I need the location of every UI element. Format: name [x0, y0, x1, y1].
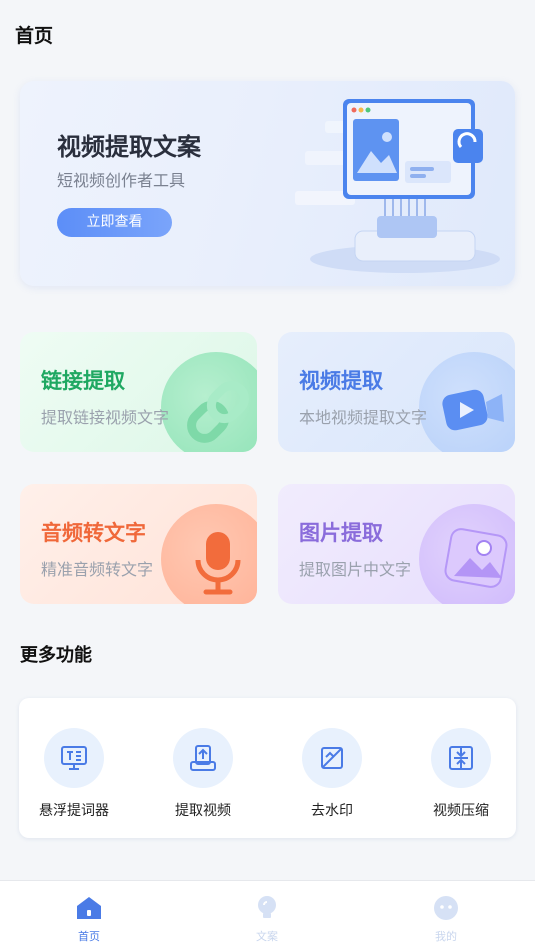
extract-video-icon: [190, 745, 216, 771]
teleprompter-tool[interactable]: 悬浮提词器: [19, 728, 129, 820]
card-title: 图片提取: [299, 521, 383, 545]
tool-label: 悬浮提词器: [39, 803, 109, 819]
audio-to-text-card[interactable]: 音频转文字 精准音频转文字: [20, 484, 257, 604]
video-camera-icon: [442, 389, 504, 431]
nav-label: 文案: [256, 930, 278, 943]
home-icon: [77, 897, 101, 919]
card-subtitle: 提取图片中文字: [299, 560, 412, 579]
microphone-icon: [195, 532, 241, 595]
profile-icon: [434, 896, 458, 920]
promo-banner[interactable]: 视频提取文案 短视频创作者工具 立即查看: [20, 81, 515, 286]
nav-copywriting[interactable]: 文案: [227, 895, 307, 944]
picture-icon: [444, 528, 508, 588]
video-compress-tool[interactable]: 视频压缩: [406, 728, 516, 820]
card-title: 视频提取: [299, 369, 383, 393]
image-extract-card[interactable]: 图片提取 提取图片中文字: [278, 484, 515, 604]
card-subtitle: 提取链接视频文字: [41, 408, 170, 427]
extract-video-tool[interactable]: 提取视频: [148, 728, 258, 820]
tool-label: 提取视频: [175, 803, 231, 819]
card-title: 链接提取: [41, 369, 125, 393]
nav-profile[interactable]: 我的: [406, 895, 486, 944]
bottom-nav: 首页 文案 我的: [0, 880, 535, 951]
more-functions-panel: 悬浮提词器 提取视频 去水印 视频压缩: [19, 698, 516, 838]
video-compress-icon: [449, 746, 473, 770]
computer-illustration-icon: [295, 99, 500, 273]
banner-subtitle: 短视频创作者工具: [57, 171, 186, 190]
remove-watermark-tool[interactable]: 去水印: [277, 728, 387, 820]
nav-label: 我的: [435, 930, 457, 943]
video-extract-card[interactable]: 视频提取 本地视频提取文字: [278, 332, 515, 452]
banner-title: 视频提取文案: [57, 133, 201, 161]
card-subtitle: 精准音频转文字: [41, 560, 154, 579]
tool-label: 去水印: [311, 803, 353, 819]
view-now-button[interactable]: 立即查看: [57, 208, 172, 237]
link-icon: [187, 381, 249, 443]
nav-label: 首页: [78, 930, 100, 943]
remove-watermark-icon: [321, 747, 343, 769]
more-functions-title: 更多功能: [20, 645, 92, 666]
card-title: 音频转文字: [41, 521, 146, 545]
page-title: 首页: [15, 25, 54, 47]
tool-label: 视频压缩: [433, 803, 489, 819]
link-extract-card[interactable]: 链接提取 提取链接视频文字: [20, 332, 257, 452]
bulb-icon: [258, 896, 276, 918]
nav-home[interactable]: 首页: [49, 895, 129, 944]
card-subtitle: 本地视频提取文字: [299, 408, 428, 427]
teleprompter-icon: [61, 746, 87, 770]
